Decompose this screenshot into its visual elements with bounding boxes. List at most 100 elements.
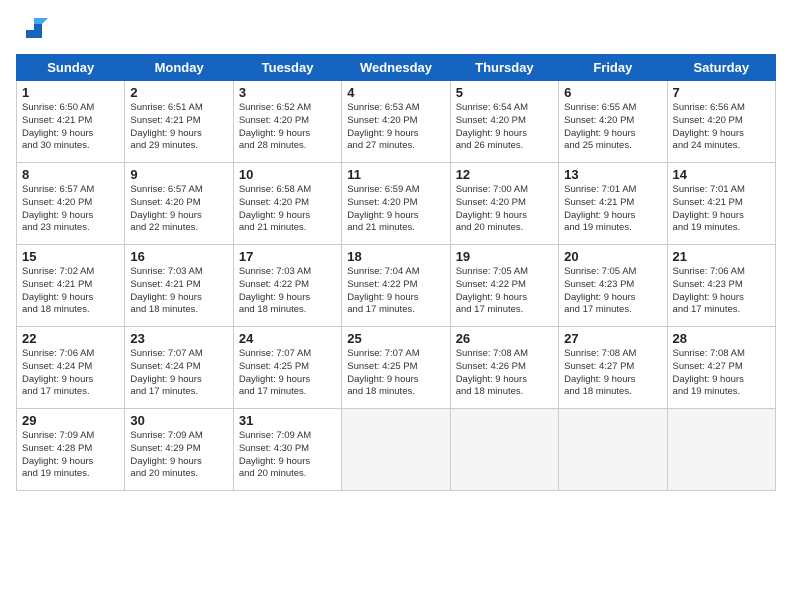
day-number: 8 — [22, 167, 119, 182]
calendar-cell: 1 Sunrise: 6:50 AMSunset: 4:21 PMDayligh… — [17, 81, 125, 163]
day-info: Sunrise: 6:57 AMSunset: 4:20 PMDaylight:… — [130, 184, 227, 235]
header — [16, 16, 776, 44]
calendar-cell: 9 Sunrise: 6:57 AMSunset: 4:20 PMDayligh… — [125, 163, 233, 245]
calendar-cell: 2 Sunrise: 6:51 AMSunset: 4:21 PMDayligh… — [125, 81, 233, 163]
day-info: Sunrise: 6:50 AMSunset: 4:21 PMDaylight:… — [22, 102, 119, 153]
calendar-header-thursday: Thursday — [450, 55, 558, 81]
calendar-cell: 4 Sunrise: 6:53 AMSunset: 4:20 PMDayligh… — [342, 81, 450, 163]
calendar-cell: 25 Sunrise: 7:07 AMSunset: 4:25 PMDaylig… — [342, 327, 450, 409]
calendar-header-sunday: Sunday — [17, 55, 125, 81]
calendar-cell: 22 Sunrise: 7:06 AMSunset: 4:24 PMDaylig… — [17, 327, 125, 409]
day-number: 21 — [673, 249, 770, 264]
calendar-cell — [667, 409, 775, 491]
day-number: 5 — [456, 85, 553, 100]
day-info: Sunrise: 7:06 AMSunset: 4:23 PMDaylight:… — [673, 266, 770, 317]
day-number: 30 — [130, 413, 227, 428]
calendar-cell: 28 Sunrise: 7:08 AMSunset: 4:27 PMDaylig… — [667, 327, 775, 409]
day-info: Sunrise: 7:01 AMSunset: 4:21 PMDaylight:… — [673, 184, 770, 235]
calendar-cell: 20 Sunrise: 7:05 AMSunset: 4:23 PMDaylig… — [559, 245, 667, 327]
day-number: 23 — [130, 331, 227, 346]
day-info: Sunrise: 7:07 AMSunset: 4:24 PMDaylight:… — [130, 348, 227, 399]
day-info: Sunrise: 7:09 AMSunset: 4:28 PMDaylight:… — [22, 430, 119, 481]
calendar-table: SundayMondayTuesdayWednesdayThursdayFrid… — [16, 54, 776, 491]
day-number: 18 — [347, 249, 444, 264]
day-number: 15 — [22, 249, 119, 264]
calendar-cell: 23 Sunrise: 7:07 AMSunset: 4:24 PMDaylig… — [125, 327, 233, 409]
calendar-cell: 13 Sunrise: 7:01 AMSunset: 4:21 PMDaylig… — [559, 163, 667, 245]
calendar-cell: 31 Sunrise: 7:09 AMSunset: 4:30 PMDaylig… — [233, 409, 341, 491]
calendar-header-wednesday: Wednesday — [342, 55, 450, 81]
day-info: Sunrise: 6:59 AMSunset: 4:20 PMDaylight:… — [347, 184, 444, 235]
day-info: Sunrise: 6:58 AMSunset: 4:20 PMDaylight:… — [239, 184, 336, 235]
calendar-cell: 8 Sunrise: 6:57 AMSunset: 4:20 PMDayligh… — [17, 163, 125, 245]
day-number: 29 — [22, 413, 119, 428]
calendar-cell — [559, 409, 667, 491]
calendar-header-tuesday: Tuesday — [233, 55, 341, 81]
day-number: 27 — [564, 331, 661, 346]
day-number: 24 — [239, 331, 336, 346]
day-number: 28 — [673, 331, 770, 346]
calendar-cell: 10 Sunrise: 6:58 AMSunset: 4:20 PMDaylig… — [233, 163, 341, 245]
day-info: Sunrise: 7:06 AMSunset: 4:24 PMDaylight:… — [22, 348, 119, 399]
day-number: 31 — [239, 413, 336, 428]
day-info: Sunrise: 7:05 AMSunset: 4:23 PMDaylight:… — [564, 266, 661, 317]
calendar-cell: 3 Sunrise: 6:52 AMSunset: 4:20 PMDayligh… — [233, 81, 341, 163]
calendar-cell — [450, 409, 558, 491]
calendar-cell: 5 Sunrise: 6:54 AMSunset: 4:20 PMDayligh… — [450, 81, 558, 163]
day-info: Sunrise: 6:51 AMSunset: 4:21 PMDaylight:… — [130, 102, 227, 153]
calendar-cell: 16 Sunrise: 7:03 AMSunset: 4:21 PMDaylig… — [125, 245, 233, 327]
day-info: Sunrise: 7:09 AMSunset: 4:29 PMDaylight:… — [130, 430, 227, 481]
day-info: Sunrise: 6:52 AMSunset: 4:20 PMDaylight:… — [239, 102, 336, 153]
calendar-week-3: 15 Sunrise: 7:02 AMSunset: 4:21 PMDaylig… — [17, 245, 776, 327]
calendar-cell: 6 Sunrise: 6:55 AMSunset: 4:20 PMDayligh… — [559, 81, 667, 163]
day-number: 17 — [239, 249, 336, 264]
calendar-week-2: 8 Sunrise: 6:57 AMSunset: 4:20 PMDayligh… — [17, 163, 776, 245]
day-number: 7 — [673, 85, 770, 100]
calendar-cell: 21 Sunrise: 7:06 AMSunset: 4:23 PMDaylig… — [667, 245, 775, 327]
calendar-cell: 11 Sunrise: 6:59 AMSunset: 4:20 PMDaylig… — [342, 163, 450, 245]
day-info: Sunrise: 7:01 AMSunset: 4:21 PMDaylight:… — [564, 184, 661, 235]
logo-icon — [20, 16, 48, 44]
day-info: Sunrise: 7:07 AMSunset: 4:25 PMDaylight:… — [347, 348, 444, 399]
day-number: 16 — [130, 249, 227, 264]
day-number: 22 — [22, 331, 119, 346]
calendar-week-1: 1 Sunrise: 6:50 AMSunset: 4:21 PMDayligh… — [17, 81, 776, 163]
day-number: 20 — [564, 249, 661, 264]
day-number: 12 — [456, 167, 553, 182]
calendar-week-5: 29 Sunrise: 7:09 AMSunset: 4:28 PMDaylig… — [17, 409, 776, 491]
day-info: Sunrise: 7:03 AMSunset: 4:21 PMDaylight:… — [130, 266, 227, 317]
calendar-header-saturday: Saturday — [667, 55, 775, 81]
calendar-header-friday: Friday — [559, 55, 667, 81]
calendar-cell: 7 Sunrise: 6:56 AMSunset: 4:20 PMDayligh… — [667, 81, 775, 163]
day-info: Sunrise: 7:04 AMSunset: 4:22 PMDaylight:… — [347, 266, 444, 317]
day-number: 26 — [456, 331, 553, 346]
day-number: 25 — [347, 331, 444, 346]
calendar-header-monday: Monday — [125, 55, 233, 81]
day-number: 11 — [347, 167, 444, 182]
day-number: 13 — [564, 167, 661, 182]
day-number: 10 — [239, 167, 336, 182]
calendar-cell: 12 Sunrise: 7:00 AMSunset: 4:20 PMDaylig… — [450, 163, 558, 245]
calendar-cell: 15 Sunrise: 7:02 AMSunset: 4:21 PMDaylig… — [17, 245, 125, 327]
day-number: 4 — [347, 85, 444, 100]
day-number: 9 — [130, 167, 227, 182]
day-number: 2 — [130, 85, 227, 100]
day-info: Sunrise: 6:55 AMSunset: 4:20 PMDaylight:… — [564, 102, 661, 153]
day-info: Sunrise: 7:08 AMSunset: 4:26 PMDaylight:… — [456, 348, 553, 399]
calendar-cell: 29 Sunrise: 7:09 AMSunset: 4:28 PMDaylig… — [17, 409, 125, 491]
logo — [16, 16, 48, 44]
calendar-cell: 24 Sunrise: 7:07 AMSunset: 4:25 PMDaylig… — [233, 327, 341, 409]
calendar-cell: 26 Sunrise: 7:08 AMSunset: 4:26 PMDaylig… — [450, 327, 558, 409]
day-info: Sunrise: 7:00 AMSunset: 4:20 PMDaylight:… — [456, 184, 553, 235]
calendar-header-row: SundayMondayTuesdayWednesdayThursdayFrid… — [17, 55, 776, 81]
day-info: Sunrise: 7:02 AMSunset: 4:21 PMDaylight:… — [22, 266, 119, 317]
calendar-cell: 14 Sunrise: 7:01 AMSunset: 4:21 PMDaylig… — [667, 163, 775, 245]
day-info: Sunrise: 6:57 AMSunset: 4:20 PMDaylight:… — [22, 184, 119, 235]
day-info: Sunrise: 6:54 AMSunset: 4:20 PMDaylight:… — [456, 102, 553, 153]
page-container: SundayMondayTuesdayWednesdayThursdayFrid… — [0, 0, 792, 499]
day-info: Sunrise: 7:08 AMSunset: 4:27 PMDaylight:… — [564, 348, 661, 399]
day-info: Sunrise: 7:05 AMSunset: 4:22 PMDaylight:… — [456, 266, 553, 317]
day-number: 6 — [564, 85, 661, 100]
day-info: Sunrise: 7:08 AMSunset: 4:27 PMDaylight:… — [673, 348, 770, 399]
day-info: Sunrise: 6:56 AMSunset: 4:20 PMDaylight:… — [673, 102, 770, 153]
